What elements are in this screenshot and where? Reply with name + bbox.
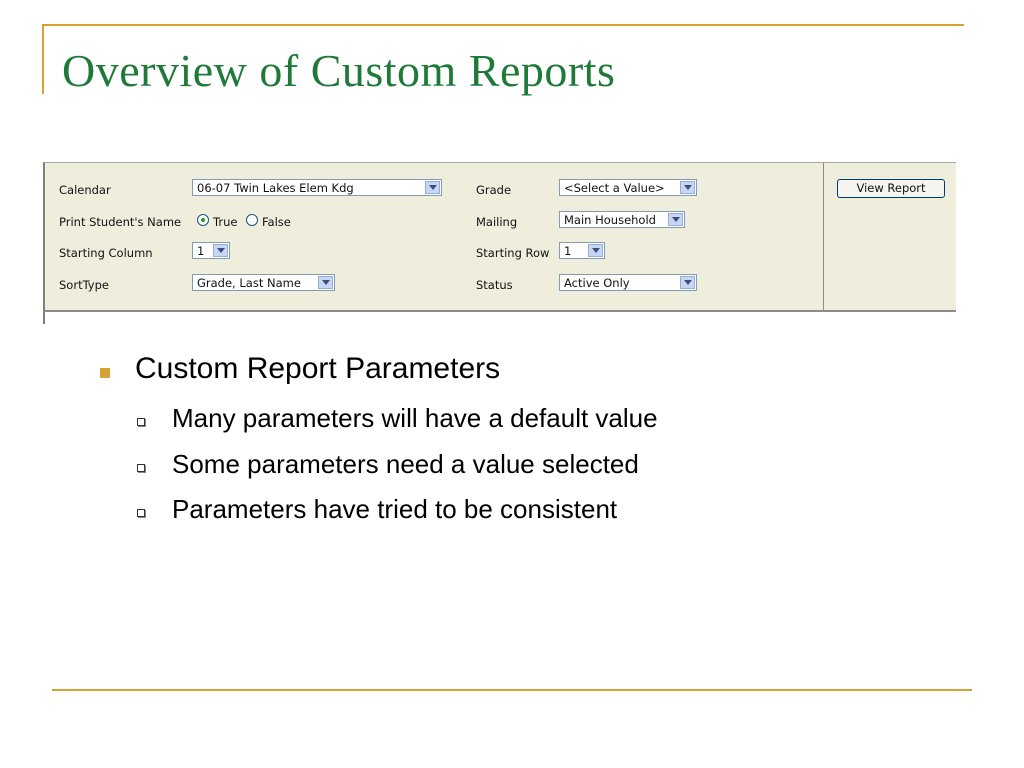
slide-title: Overview of Custom Reports [62, 45, 616, 96]
grade-label: Grade [476, 183, 512, 197]
radio-true[interactable] [197, 214, 209, 226]
print-name-label: Print Student's Name [59, 215, 182, 229]
calendar-select[interactable]: 06-07 Twin Lakes Elem Kdg [192, 179, 442, 196]
calendar-label: Calendar [59, 183, 111, 197]
radio-false-label: False [262, 215, 291, 229]
starting-row-label: Starting Row [476, 246, 550, 260]
view-report-button[interactable]: View Report [837, 179, 945, 198]
grade-select[interactable]: <Select a Value> [559, 179, 697, 196]
sub-bullet-3: Parameters have tried to be consistent [172, 494, 618, 524]
status-label: Status [476, 278, 513, 292]
starting-row-value: 1 [564, 244, 572, 258]
bottom-rule [52, 689, 972, 691]
hollow-square-bullet-icon [137, 464, 145, 472]
sub-bullet-2: Some parameters need a value selected [172, 449, 639, 479]
hollow-square-bullet-icon [137, 509, 145, 517]
panel-footer [43, 310, 956, 324]
calendar-value: 06-07 Twin Lakes Elem Kdg [197, 181, 354, 195]
status-value: Active Only [564, 276, 630, 290]
chevron-down-icon[interactable] [680, 181, 695, 194]
starting-column-label: Starting Column [59, 246, 153, 260]
chevron-down-icon[interactable] [588, 244, 603, 257]
starting-column-value: 1 [197, 244, 205, 258]
report-parameters-panel: Calendar 06-07 Twin Lakes Elem Kdg Print… [43, 162, 956, 324]
starting-row-select[interactable]: 1 [559, 242, 605, 259]
sort-type-label: SortType [59, 278, 109, 292]
hollow-square-bullet-icon [137, 418, 145, 426]
panel-divider [823, 163, 824, 311]
top-rule [42, 24, 964, 26]
grade-value: <Select a Value> [564, 181, 665, 195]
status-select[interactable]: Active Only [559, 274, 697, 291]
square-bullet-icon [100, 368, 110, 378]
panel-body: Calendar 06-07 Twin Lakes Elem Kdg Print… [43, 162, 956, 311]
sort-type-value: Grade, Last Name [197, 276, 301, 290]
bullet-main: Custom Report Parameters [135, 352, 501, 385]
sub-bullet-1: Many parameters will have a default valu… [172, 403, 658, 433]
mailing-value: Main Household [564, 213, 656, 227]
chevron-down-icon[interactable] [318, 276, 333, 289]
left-rule [42, 24, 44, 94]
radio-true-label: True [213, 215, 238, 229]
chevron-down-icon[interactable] [213, 244, 228, 257]
sort-type-select[interactable]: Grade, Last Name [192, 274, 335, 291]
starting-column-select[interactable]: 1 [192, 242, 230, 259]
chevron-down-icon[interactable] [668, 213, 683, 226]
radio-false[interactable] [246, 214, 258, 226]
mailing-select[interactable]: Main Household [559, 211, 685, 228]
chevron-down-icon[interactable] [425, 181, 440, 194]
mailing-label: Mailing [476, 215, 518, 229]
chevron-down-icon[interactable] [680, 276, 695, 289]
